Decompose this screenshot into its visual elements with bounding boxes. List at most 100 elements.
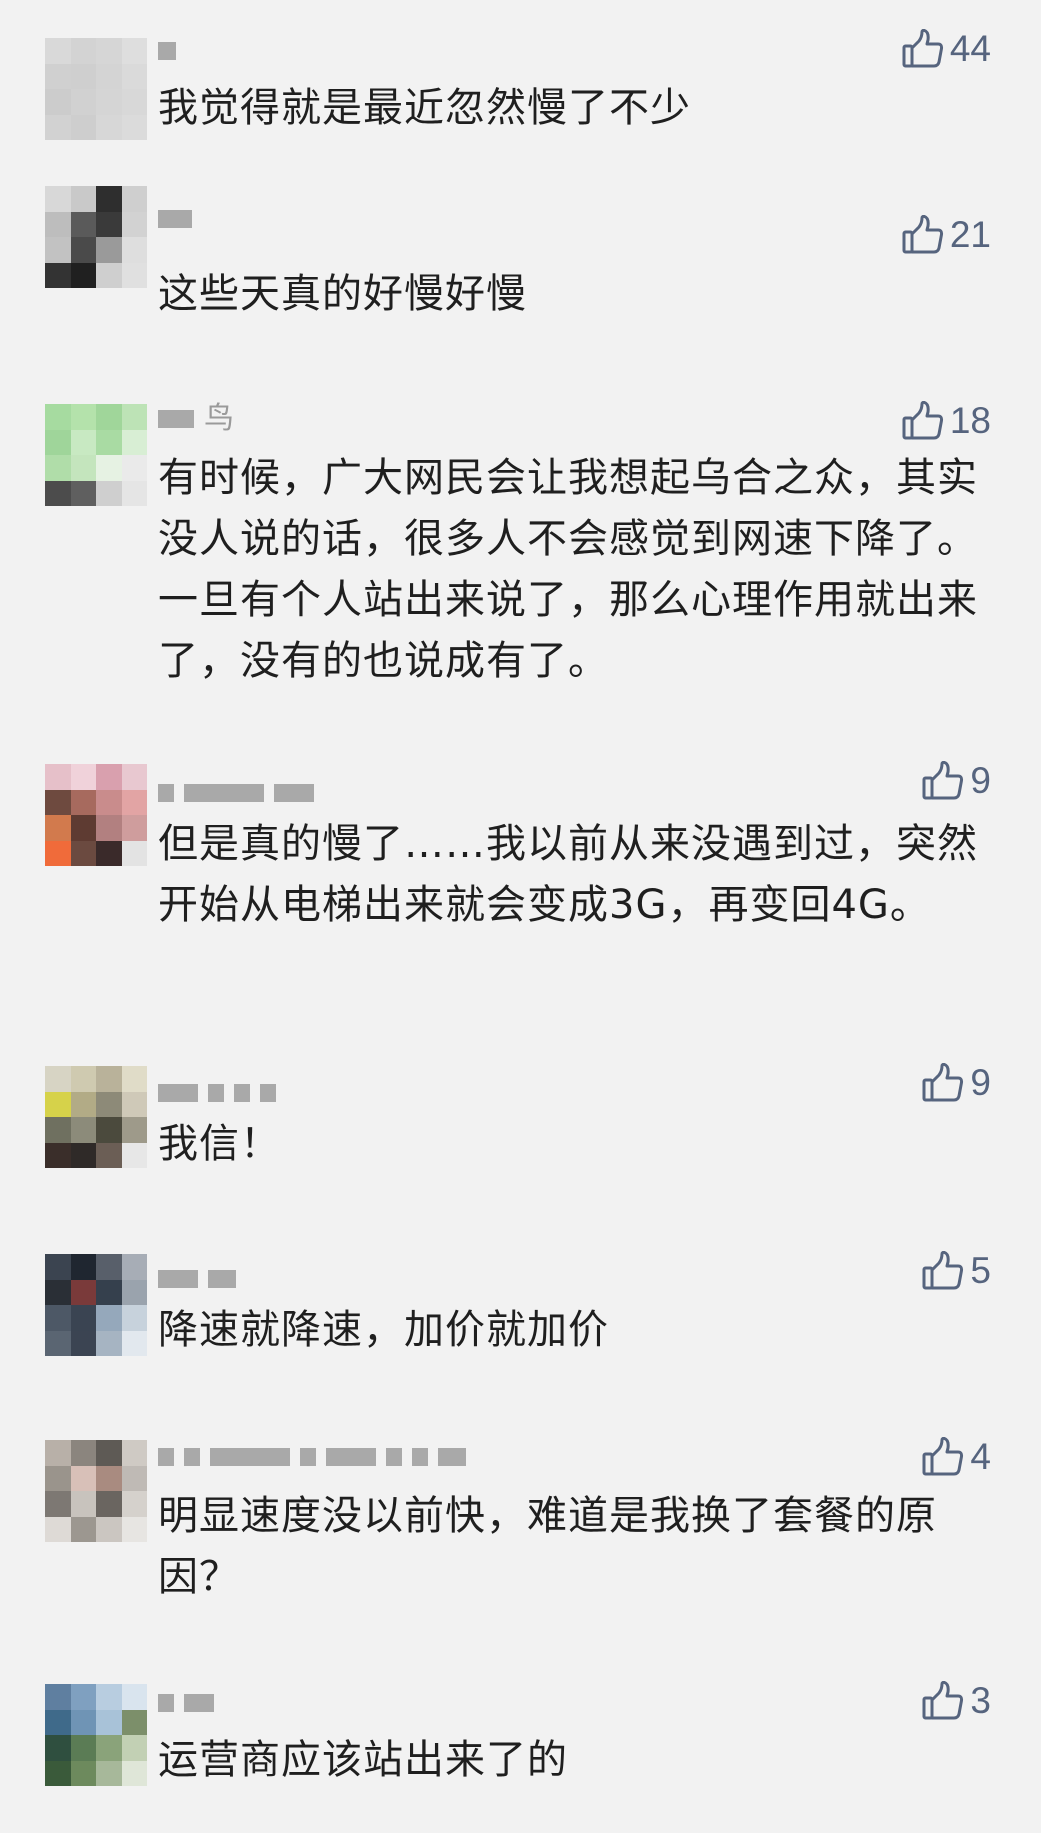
avatar-mosaic-cell [121,1066,147,1092]
avatar-mosaic-cell [96,1091,122,1117]
avatar-mosaic-cell [45,840,71,866]
avatar-mosaic-cell [96,1760,122,1786]
username[interactable] [158,1264,246,1294]
avatar-mosaic-cell [45,815,71,841]
avatar-mosaic-cell [96,237,122,263]
avatar-mosaic-cell [96,186,122,212]
avatar-mosaic-cell [70,815,96,841]
avatar-mosaic-cell [96,1516,122,1542]
avatar-mosaic-cell [96,211,122,237]
like-button[interactable]: 21 [902,214,991,256]
comment-text: 这些天真的好慢好慢 [158,271,527,317]
avatar-mosaic-cell [70,211,96,237]
username-mosaic-block [184,1694,214,1712]
username[interactable]: 鸟 [158,404,234,434]
avatar-mosaic-cell [96,815,122,841]
avatar-mosaic-cell [70,38,96,64]
avatar[interactable] [45,38,147,140]
avatar[interactable] [45,1254,147,1356]
like-count: 44 [949,28,991,69]
like-count: 5 [970,1250,991,1291]
thumbs-up-icon [902,401,944,441]
username-mosaic-block [300,1448,316,1466]
like-button[interactable]: 3 [922,1680,991,1722]
username[interactable] [158,1442,476,1472]
username-mosaic-block [234,1084,250,1102]
username[interactable] [158,1078,286,1108]
avatar-mosaic-cell [45,237,71,263]
username-mosaic-block [158,1084,198,1102]
username-mosaic-block [260,1084,276,1102]
like-button[interactable]: 9 [922,1062,991,1104]
avatar[interactable] [45,1684,147,1786]
avatar-mosaic-cell [121,38,147,64]
avatar-mosaic-cell [45,429,71,455]
avatar-mosaic-cell [96,1066,122,1092]
avatar-mosaic-cell [70,89,96,115]
avatar-mosaic-cell [70,1516,96,1542]
like-button[interactable]: 18 [902,400,991,442]
avatar-mosaic-cell [121,1684,147,1710]
username[interactable] [158,204,202,234]
avatar-mosaic-cell [70,1465,96,1491]
avatar-mosaic-cell [45,1491,71,1517]
avatar-mosaic-cell [45,455,71,481]
avatar-mosaic-cell [121,63,147,89]
like-button[interactable]: 9 [922,760,991,802]
thumbs-up-icon [902,215,944,255]
avatar-mosaic-cell [96,455,122,481]
avatar-mosaic-cell [121,1516,147,1542]
avatar-mosaic-cell [96,1684,122,1710]
username-mosaic-block [326,1448,376,1466]
avatar-mosaic-cell [96,480,122,506]
avatar-mosaic-cell [45,1465,71,1491]
avatar-mosaic-cell [45,1330,71,1356]
avatar-mosaic-cell [96,1465,122,1491]
avatar-mosaic-cell [121,815,147,841]
avatar-mosaic-cell [70,840,96,866]
avatar-mosaic-cell [45,1066,71,1092]
thumbs-up-icon [922,1437,964,1477]
avatar-mosaic-cell [96,1279,122,1305]
username[interactable] [158,1688,224,1718]
avatar-mosaic-cell [45,1709,71,1735]
username[interactable] [158,778,324,808]
avatar-mosaic-cell [121,1305,147,1331]
avatar-mosaic-cell [45,211,71,237]
avatar[interactable] [45,186,147,288]
avatar-mosaic-cell [45,1305,71,1331]
avatar-mosaic-cell [96,1117,122,1143]
avatar-mosaic-cell [121,1330,147,1356]
avatar-mosaic-cell [121,429,147,455]
like-button[interactable]: 4 [922,1436,991,1478]
avatar-mosaic-cell [45,186,71,212]
avatar-mosaic-cell [45,1735,71,1761]
avatar-mosaic-cell [70,1091,96,1117]
avatar[interactable] [45,1066,147,1168]
avatar[interactable] [45,764,147,866]
avatar[interactable] [45,404,147,506]
avatar-mosaic-cell [70,455,96,481]
avatar-mosaic-cell [121,1465,147,1491]
avatar-mosaic-cell [70,1684,96,1710]
avatar-mosaic-cell [45,38,71,64]
comment-list: 44 我觉得就是最近忽然慢了不少 21 这些天真的好慢好慢 鸟 18 有时候，广… [0,0,1041,1833]
avatar-mosaic-cell [121,1091,147,1117]
username[interactable] [158,36,186,66]
like-button[interactable]: 44 [902,28,991,70]
comment-text: 明显速度没以前快，难道是我换了套餐的原因？ [158,1493,937,1600]
avatar-mosaic-cell [96,63,122,89]
avatar-mosaic-cell [121,480,147,506]
avatar-mosaic-cell [45,480,71,506]
avatar-mosaic-cell [45,789,71,815]
like-button[interactable]: 5 [922,1250,991,1292]
avatar-mosaic-cell [96,89,122,115]
avatar-mosaic-cell [45,89,71,115]
avatar[interactable] [45,1440,147,1542]
avatar-mosaic-cell [96,1440,122,1466]
avatar-mosaic-cell [45,404,71,430]
avatar-mosaic-cell [70,1330,96,1356]
username-mosaic-block [158,1694,174,1712]
avatar-mosaic-cell [96,1254,122,1280]
thumbs-up-icon [902,29,944,69]
